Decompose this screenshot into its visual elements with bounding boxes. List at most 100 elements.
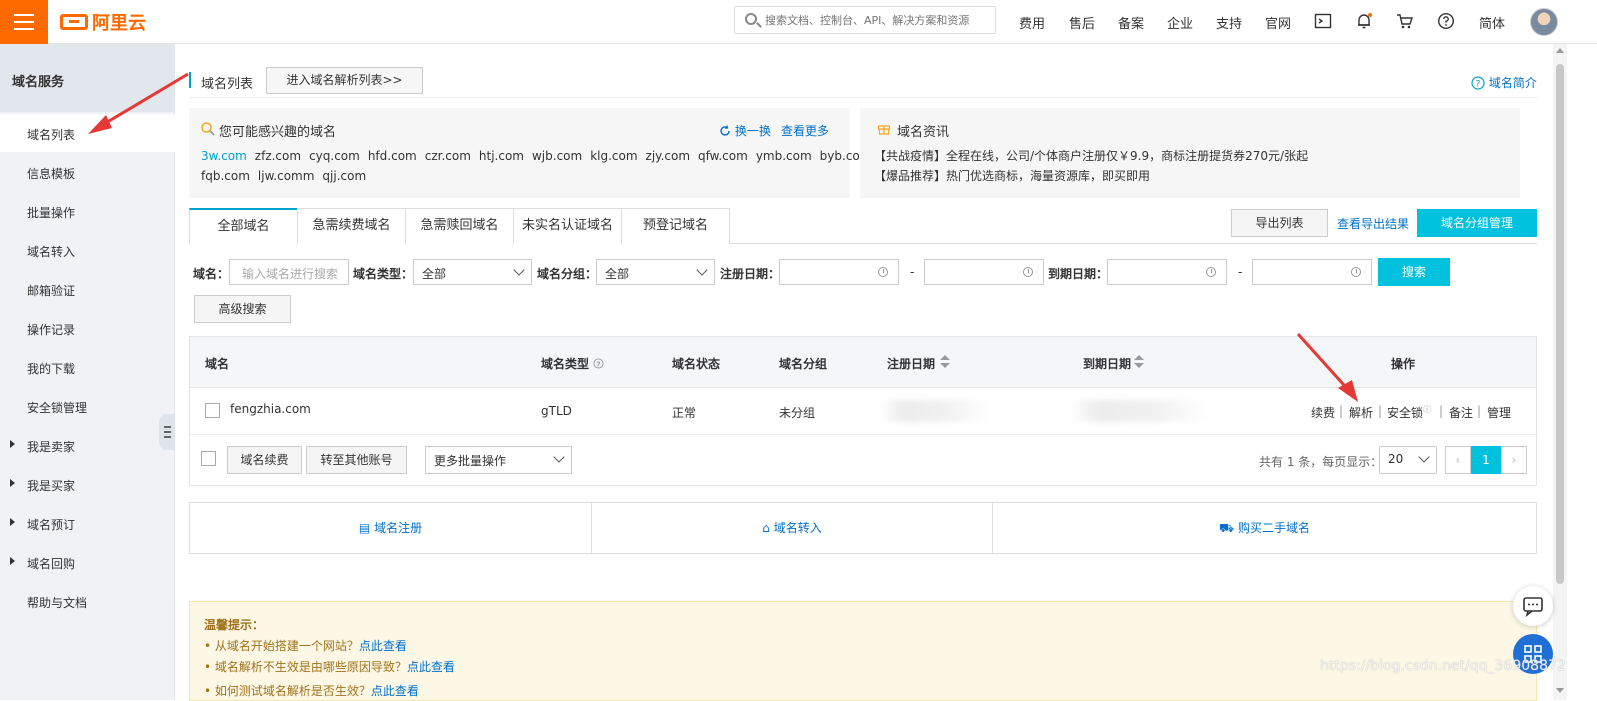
user-avatar[interactable]: [1530, 8, 1558, 36]
nav-enterprise[interactable]: 企业: [1167, 13, 1193, 32]
exp-date-start[interactable]: [1107, 259, 1227, 285]
transfer-in-link[interactable]: ⌂ 域名转入: [592, 503, 992, 553]
language-switch[interactable]: 简体: [1479, 13, 1505, 32]
sidebar-item-seller[interactable]: 我是卖家: [0, 426, 175, 464]
security-lock-action[interactable]: 安全锁ⓘ: [1387, 404, 1431, 421]
search-button[interactable]: 搜索: [1378, 258, 1450, 286]
news-list: 【共战疫情】全程在线，公司/个体商户注册仅￥9.9，商标注册提货券270元/张起…: [874, 146, 1308, 186]
sidebar-item-downloads[interactable]: 我的下载: [0, 348, 175, 386]
sort-desc-icon[interactable]: [940, 363, 950, 368]
sort-asc-icon[interactable]: [1134, 355, 1144, 360]
page-1-button[interactable]: 1: [1471, 446, 1501, 474]
domain-intro-link[interactable]: ? 域名简介: [1471, 74, 1537, 91]
goto-dns-list-button[interactable]: 进入域名解析列表>>: [266, 67, 423, 94]
tab-renew-needed[interactable]: 急需续费域名: [297, 208, 406, 244]
view-export-results-link[interactable]: 查看导出结果: [1337, 215, 1409, 232]
exp-date-end[interactable]: [1252, 259, 1372, 285]
col-exp-date[interactable]: 到期日期: [1083, 355, 1131, 372]
suggested-domain[interactable]: fqb.com: [201, 169, 250, 183]
terminal-icon[interactable]: [1314, 12, 1332, 30]
tip-link[interactable]: 点此查看: [371, 684, 419, 698]
sidebar-item-preorder[interactable]: 域名预订: [0, 504, 175, 542]
suggested-domain[interactable]: czr.com: [425, 149, 471, 163]
sort-desc-icon[interactable]: [1134, 363, 1144, 368]
search-input[interactable]: [765, 11, 990, 29]
tab-preregistered[interactable]: 预登记域名: [621, 208, 730, 244]
nav-beian[interactable]: 备案: [1118, 13, 1144, 32]
reg-date-end[interactable]: [924, 259, 1044, 285]
sidebar-item-batch-ops[interactable]: 批量操作: [0, 192, 175, 230]
sidebar-item-info-template[interactable]: 信息模板: [0, 153, 175, 191]
news-item[interactable]: 【共战疫情】全程在线，公司/个体商户注册仅￥9.9，商标注册提货券270元/张起: [874, 146, 1308, 166]
next-page-button[interactable]: ›: [1501, 446, 1527, 474]
domain-type-select[interactable]: 全部: [413, 259, 532, 285]
export-list-button[interactable]: 导出列表: [1231, 209, 1328, 237]
domain-search-input[interactable]: 输入域名进行搜索: [229, 259, 349, 285]
nav-fees[interactable]: 费用: [1019, 13, 1045, 32]
suggested-domain[interactable]: zfz.com: [255, 149, 301, 163]
reg-date-start[interactable]: [779, 259, 899, 285]
search-box[interactable]: [734, 6, 996, 34]
suggested-domain[interactable]: ymb.com: [756, 149, 812, 163]
sidebar-item-help-docs[interactable]: 帮助与文档: [0, 582, 175, 620]
nav-after-sales[interactable]: 售后: [1069, 13, 1095, 32]
sidebar-item-email-verify[interactable]: 邮箱验证: [0, 270, 175, 308]
select-all-checkbox[interactable]: [201, 451, 216, 466]
remark-action[interactable]: 备注: [1449, 404, 1473, 421]
scroll-thumb[interactable]: [1556, 64, 1564, 584]
suggested-domain[interactable]: ljw.comm: [258, 169, 315, 183]
clock-icon: [1206, 267, 1216, 277]
tab-all-domains[interactable]: 全部域名: [189, 208, 298, 244]
view-more-link[interactable]: 查看更多: [781, 122, 829, 139]
sidebar-item-buyback[interactable]: 域名回购: [0, 543, 175, 581]
nav-official-site[interactable]: 官网: [1265, 13, 1291, 32]
menu-icon[interactable]: [0, 0, 48, 44]
domain-name-link[interactable]: fengzhia.com: [230, 402, 311, 416]
buy-secondhand-link[interactable]: ⛟ 购买二手域名: [993, 503, 1536, 553]
bell-icon[interactable]: [1355, 12, 1373, 30]
domain-group-manage-button[interactable]: 域名分组管理: [1417, 209, 1537, 237]
sidebar-collapse-handle[interactable]: [159, 414, 175, 450]
page-size-select[interactable]: 20: [1379, 446, 1437, 474]
suggested-domain[interactable]: qfw.com: [698, 149, 748, 163]
scroll-down-icon[interactable]: [1556, 688, 1564, 693]
domain-group-select[interactable]: 全部: [596, 259, 715, 285]
row-checkbox[interactable]: [205, 403, 220, 418]
sidebar-item-buyer[interactable]: 我是买家: [0, 465, 175, 503]
tab-redeem-needed[interactable]: 急需赎回域名: [405, 208, 514, 244]
prev-page-button[interactable]: ‹: [1445, 446, 1471, 474]
page-scrollbar[interactable]: [1553, 44, 1567, 700]
manage-action[interactable]: 管理: [1487, 404, 1511, 421]
aliyun-logo[interactable]: 阿里云: [60, 10, 146, 34]
renew-domains-button[interactable]: 域名续费: [227, 446, 302, 474]
scroll-up-icon[interactable]: [1556, 48, 1564, 53]
register-domain-link[interactable]: ▤ 域名注册: [190, 503, 591, 553]
news-item[interactable]: 【爆品推荐】热门优选商标，海量资源库，即买即用: [874, 166, 1308, 186]
nav-support[interactable]: 支持: [1216, 13, 1242, 32]
suggested-domain[interactable]: zjy.com: [646, 149, 690, 163]
tab-unverified[interactable]: 未实名认证域名: [513, 208, 622, 244]
suggested-domain[interactable]: wjb.com: [532, 149, 582, 163]
clock-icon: [1023, 267, 1033, 277]
col-reg-date[interactable]: 注册日期: [887, 355, 935, 372]
tip-link[interactable]: 点此查看: [407, 660, 455, 674]
chat-button[interactable]: [1513, 586, 1553, 626]
suggested-domain[interactable]: hfd.com: [368, 149, 417, 163]
cart-icon[interactable]: [1396, 12, 1414, 30]
suggested-domain[interactable]: klg.com: [590, 149, 637, 163]
suggested-domain[interactable]: htj.com: [479, 149, 524, 163]
advanced-search-button[interactable]: 高级搜索: [194, 295, 291, 323]
sidebar-item-security-lock[interactable]: 安全锁管理: [0, 387, 175, 425]
sort-asc-icon[interactable]: [940, 355, 950, 360]
suggested-domain[interactable]: 3w.com: [201, 149, 247, 163]
suggested-domain[interactable]: cyq.com: [309, 149, 360, 163]
batch-operations-select[interactable]: 更多批量操作: [425, 446, 572, 474]
transfer-account-button[interactable]: 转至其他账号: [306, 446, 407, 474]
sidebar-item-operation-log[interactable]: 操作记录: [0, 309, 175, 347]
swap-link[interactable]: 换一换: [719, 122, 771, 139]
help-icon[interactable]: [1437, 12, 1455, 30]
tip-link[interactable]: 点此查看: [359, 639, 407, 653]
suggested-domain[interactable]: qjj.com: [322, 169, 366, 183]
sidebar-item-domain-transfer[interactable]: 域名转入: [0, 231, 175, 269]
help-circle-icon[interactable]: ?: [593, 358, 604, 369]
